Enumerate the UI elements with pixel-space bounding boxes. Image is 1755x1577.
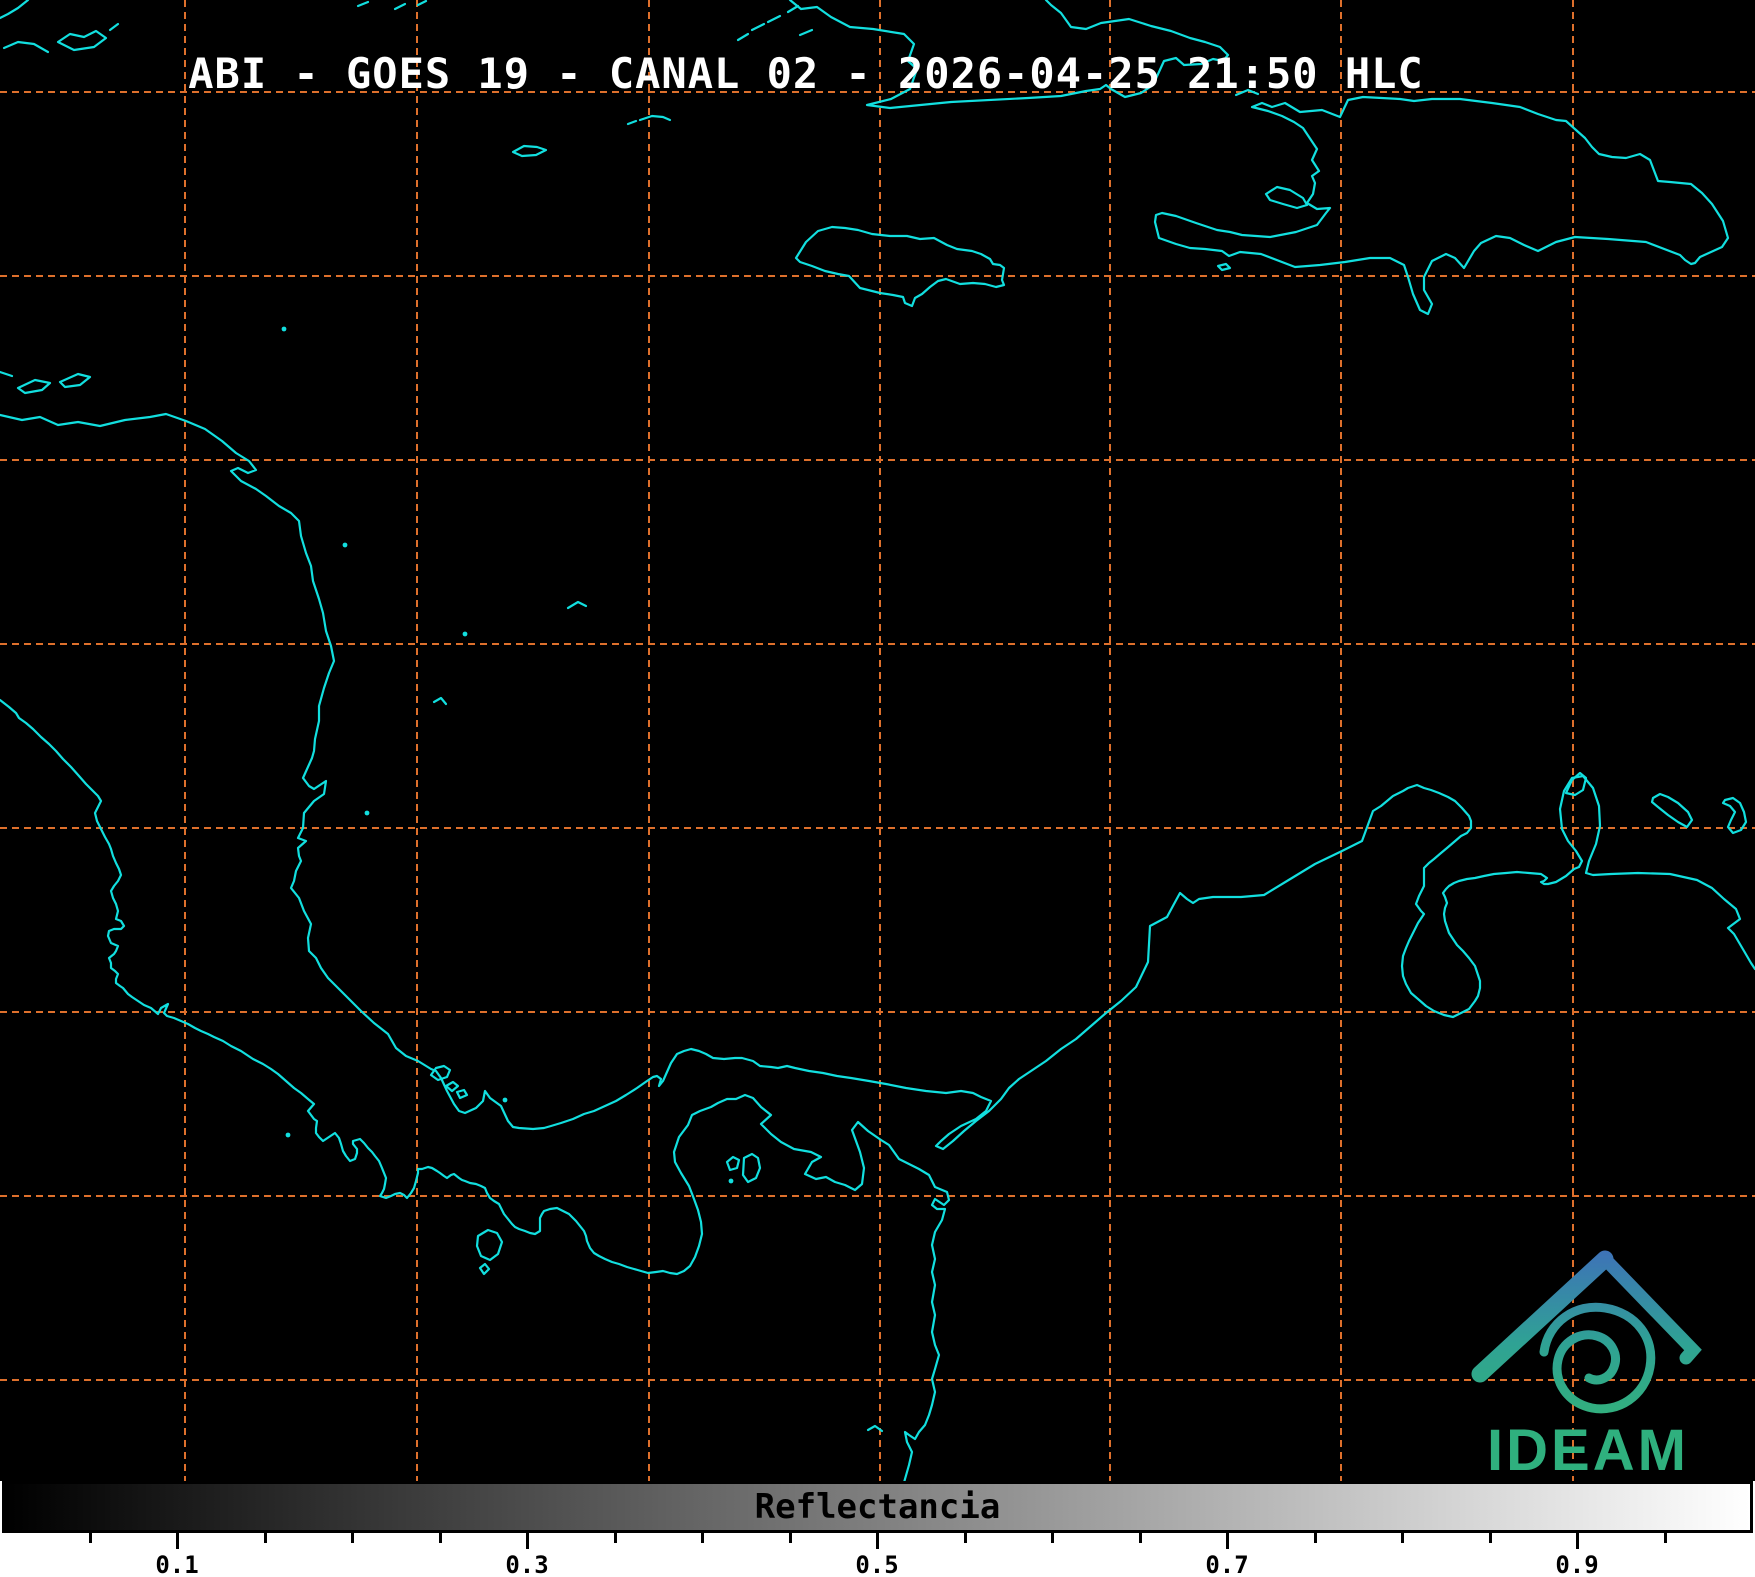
coastline-gorgona-island — [866, 1424, 884, 1433]
coastline-isla-juventud — [56, 29, 108, 52]
coastline-pacific-coast — [0, 698, 951, 1481]
small-island-dot — [342, 542, 348, 548]
colorbar-tick — [1401, 1533, 1404, 1543]
colorbar-tick — [438, 1533, 442, 1543]
coastline-jardines-cay-4 — [786, 4, 800, 14]
coastline-pearl-island-rey — [741, 1152, 762, 1184]
small-island-dot — [285, 1132, 291, 1138]
coastline-curacao — [1650, 792, 1694, 829]
colorbar-tick — [526, 1533, 529, 1549]
lat-lon-gridlines — [0, 0, 1755, 1481]
small-island-dot — [462, 631, 468, 637]
coastline-cay-roncador — [432, 696, 448, 706]
colorbar-tick-label: 0.7 — [1205, 1551, 1249, 1577]
colorbar-tick-label: 0.9 — [1555, 1551, 1599, 1577]
coastline-caribbean-coast — [0, 412, 1755, 1151]
colorbar: Reflectancia 0.1 0.3 0.5 0.7 0.9 — [0, 1481, 1755, 1577]
logo-spiral-icon — [1539, 1302, 1656, 1414]
colorbar-tick — [1051, 1533, 1054, 1543]
colorbar-tick-label: 0.3 — [505, 1551, 549, 1577]
colorbar-tick — [176, 1533, 179, 1549]
ideam-logo: IDEAM — [1471, 1250, 1702, 1481]
colorbar-label: Reflectancia — [754, 1487, 1001, 1527]
small-island-dot — [502, 1097, 508, 1103]
coastline-left-island-1 — [16, 378, 52, 395]
colorbar-tick — [1226, 1533, 1229, 1549]
logo-text: IDEAM — [1487, 1418, 1689, 1481]
coastline-cay-b — [356, 0, 370, 8]
coastline-cay-d — [416, 0, 428, 7]
colorbar-tick — [1576, 1533, 1579, 1549]
coastline-bocas-islet-2 — [444, 1080, 460, 1093]
coastline-aruba — [1564, 771, 1588, 797]
coastline-cuba-west-corner — [0, 0, 30, 20]
colorbar-tick — [1138, 1533, 1142, 1543]
coastline-vache-islet — [1216, 262, 1232, 272]
colorbar-tick-label: 0.5 — [855, 1551, 899, 1577]
colorbar-tick — [351, 1533, 354, 1543]
coastlines — [0, 0, 1755, 1481]
colorbar-tick — [1488, 1533, 1492, 1543]
colorbar-tick — [263, 1533, 267, 1543]
logo-mountain-left-icon — [1471, 1250, 1614, 1383]
small-island-dot — [728, 1178, 734, 1184]
colorbar-tick — [1313, 1533, 1317, 1543]
image-title: ABI - GOES 19 - CANAL 02 - 2026-04-25 21… — [188, 49, 1424, 98]
coastline-bocas-islet-3 — [455, 1088, 469, 1100]
colorbar-tick — [963, 1533, 967, 1543]
coastline-jardines-cay-1 — [736, 32, 750, 42]
satellite-image-viewer: IDEAM ABI - GOES 19 - CANAL 02 - 2026-04… — [0, 0, 1755, 1577]
coastline-coiba-island — [475, 1228, 504, 1262]
coastline-cay-c — [393, 2, 407, 11]
coastline-gonave-island — [1264, 185, 1309, 210]
satellite-map: IDEAM — [0, 0, 1755, 1481]
colorbar-tick — [1663, 1533, 1667, 1543]
colorbar-tick — [701, 1533, 704, 1543]
colorbar-tick — [88, 1533, 92, 1543]
coastline-cay-serrana — [566, 600, 588, 610]
colorbar-tick — [876, 1533, 879, 1549]
coastline-jamaica — [794, 225, 1006, 308]
coastline-jardines-cay-3 — [766, 14, 782, 24]
coastline-hispaniola — [1153, 95, 1730, 316]
colorbar-tick — [788, 1533, 792, 1543]
coastline-cuba-west-arc — [2, 40, 50, 54]
coastline-cayman-brac — [638, 114, 672, 122]
colorbar-tick — [613, 1533, 617, 1543]
small-island-dot — [281, 326, 287, 332]
colorbar-gradient: Reflectancia — [2, 1481, 1753, 1533]
coastline-left-edge-line — [0, 370, 14, 378]
small-island-dot — [364, 810, 370, 816]
coastline-jardines-cay-5 — [798, 28, 814, 37]
coastline-pearl-island-small — [725, 1155, 741, 1172]
colorbar-tick-label: 0.1 — [155, 1551, 199, 1577]
coastline-little-cayman — [626, 119, 638, 126]
coastline-cay-a — [108, 22, 120, 32]
coastline-coiba-small — [478, 1262, 491, 1276]
coastline-jardines-cay-2 — [750, 22, 766, 32]
coastline-grand-cayman — [511, 144, 548, 158]
coastline-left-island-2 — [58, 372, 92, 389]
